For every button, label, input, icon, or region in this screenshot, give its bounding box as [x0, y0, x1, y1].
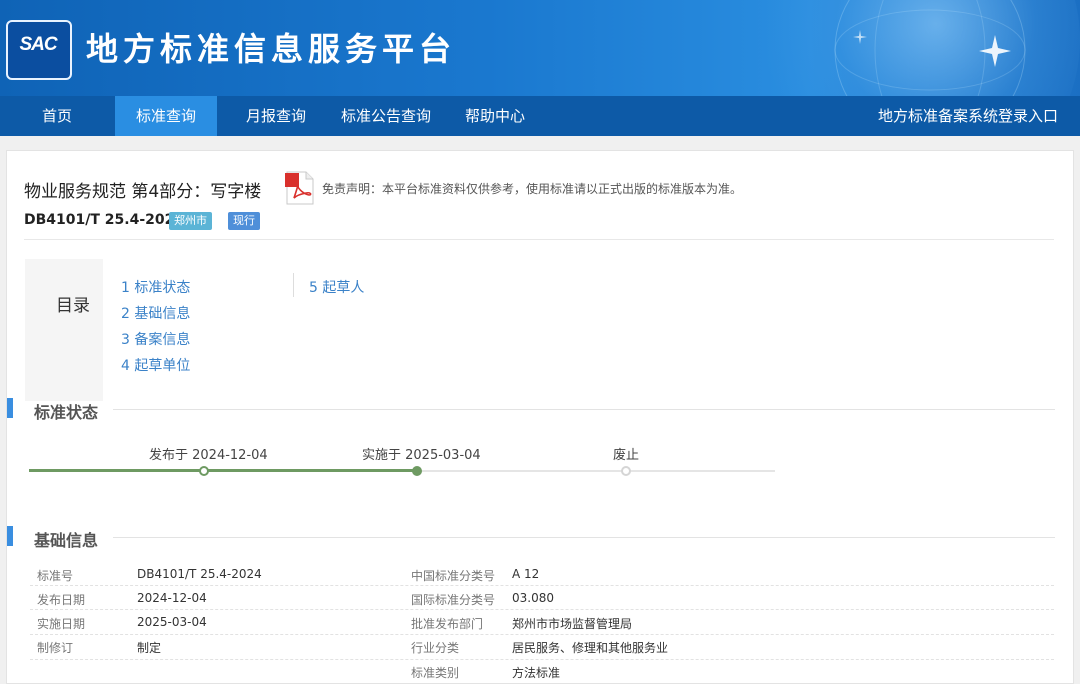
status-badge: 现行 — [228, 212, 260, 230]
city-badge: 郑州市 — [169, 212, 212, 230]
field-value: 制定 — [137, 641, 162, 655]
timeline-abolished-label: 废止 — [613, 448, 640, 463]
timeline-effective-label: 实施于 2025-03-04 — [362, 448, 481, 463]
section-divider — [113, 537, 1055, 538]
section-marker — [7, 398, 13, 418]
main-nav: 首页 标准查询 月报查询 标准公告查询 帮助中心 地方标准备案系统登录入口 — [0, 96, 1080, 136]
nav-standard-search[interactable]: 标准查询 — [115, 96, 217, 136]
section-marker — [7, 526, 13, 546]
nav-filing-login-link[interactable]: 地方标准备案系统登录入口 — [870, 96, 1066, 136]
status-section-title: 标准状态 — [34, 403, 99, 422]
table-row-divider — [30, 585, 1054, 586]
field-label: 国际标准分类号 — [411, 593, 496, 607]
field-label: 标准号 — [37, 569, 74, 583]
table-row-divider — [30, 659, 1054, 660]
nav-monthly-report[interactable]: 月报查询 — [235, 96, 317, 136]
field-value: 03.080 — [512, 591, 554, 605]
standard-title: 物业服务规范 第4部分：写字楼 — [24, 182, 262, 202]
standard-detail-card: 物业服务规范 第4部分：写字楼 免责声明：本平台标准资料仅供参考，使用标准请以正… — [6, 150, 1074, 684]
field-value: 2024-12-04 — [137, 591, 207, 605]
nav-help-center[interactable]: 帮助中心 — [455, 96, 535, 136]
timeline-dot-abolished — [621, 466, 631, 476]
field-value: 居民服务、修理和其他服务业 — [512, 641, 669, 655]
field-label: 中国标准分类号 — [411, 569, 496, 583]
timeline-published-label: 发布于 2024-12-04 — [149, 448, 268, 463]
sac-logo[interactable]: SAC — [6, 20, 72, 80]
timeline-dot-published — [199, 466, 209, 476]
field-label: 发布日期 — [37, 593, 86, 607]
field-value: A 12 — [512, 567, 540, 581]
field-label: 批准发布部门 — [411, 617, 484, 631]
header-banner: SAC 地方标准信息服务平台 — [0, 0, 1080, 96]
nav-home[interactable]: 首页 — [22, 96, 92, 136]
field-label: 制修订 — [37, 641, 74, 655]
field-label: 标准类别 — [411, 666, 460, 680]
timeline-dot-effective — [412, 466, 422, 476]
field-value: 方法标准 — [512, 666, 561, 680]
field-value: DB4101/T 25.4-2024 — [137, 567, 262, 581]
disclaimer-text: 免责声明：本平台标准资料仅供参考，使用标准请以正式出版的标准版本为准。 — [322, 182, 743, 196]
standard-number: DB4101/T 25.4-2024 — [24, 212, 185, 228]
toc-item-drafting-units[interactable]: 4 起草单位 — [121, 355, 190, 375]
site-title: 地方标准信息服务平台 — [86, 30, 457, 68]
toc-label-box — [25, 259, 103, 401]
field-label: 实施日期 — [37, 617, 86, 631]
field-value: 2025-03-04 — [137, 615, 207, 629]
toc-divider — [293, 273, 294, 297]
timeline-progress — [29, 469, 418, 472]
toc-item-filing-info[interactable]: 3 备案信息 — [121, 329, 190, 349]
section-divider — [113, 409, 1055, 410]
table-row-divider — [30, 609, 1054, 610]
pdf-icon[interactable] — [285, 171, 315, 205]
field-value: 郑州市市场监督管理局 — [512, 617, 633, 631]
nav-announcement-search[interactable]: 标准公告查询 — [333, 96, 439, 136]
toc-item-basic-info[interactable]: 2 基础信息 — [121, 303, 190, 323]
title-divider — [24, 239, 1054, 240]
toc-label: 目录 — [56, 296, 90, 316]
logo-text: SAC — [19, 34, 57, 55]
toc-item-drafters[interactable]: 5 起草人 — [309, 277, 364, 297]
field-label: 行业分类 — [411, 641, 460, 655]
basic-section-title: 基础信息 — [34, 531, 99, 550]
table-row-divider — [30, 634, 1054, 635]
banner-globe-decoration — [834, 0, 1026, 96]
toc-item-status[interactable]: 1 标准状态 — [121, 277, 190, 297]
